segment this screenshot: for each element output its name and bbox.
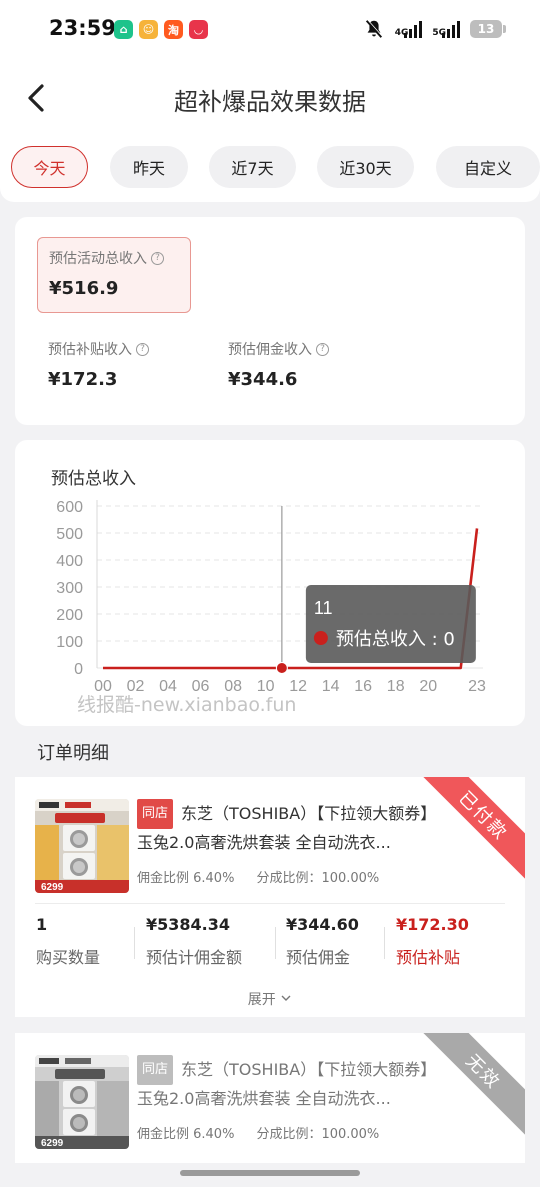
tooltip-x-label: 11 (314, 598, 333, 618)
y-tick-label: 100 (56, 634, 83, 651)
home-indicator[interactable] (180, 1170, 360, 1176)
total-income-box: 预估活动总收入 ? ¥516.9 (37, 237, 191, 313)
taobao-notification-icon: 淘 (164, 20, 183, 39)
date-range-tabs: 今天 昨天 近7天 近30天 自定义 (11, 146, 540, 188)
battery-icon: 13 (470, 20, 506, 38)
quantity-label: 购买数量 (36, 948, 101, 967)
app-notification-icon: ☺ (139, 20, 158, 39)
product-title: 东芝（TOSHIBA）【下拉领大额券】玉兔2.0高奢洗烘套装 全自动洗衣... (137, 804, 437, 852)
tab-today[interactable]: 今天 (11, 146, 88, 188)
commission-base-label: 预估计佣金额 (146, 948, 243, 967)
x-tick-label: 14 (322, 678, 340, 695)
signal-bars-icon (442, 20, 460, 38)
help-icon[interactable]: ? (136, 342, 149, 356)
product-thumbnail: 6299 (35, 1055, 129, 1149)
y-tick-label: 200 (56, 607, 83, 624)
divider (35, 903, 505, 904)
product-title: 东芝（TOSHIBA）【下拉领大额券】玉兔2.0高奢洗烘套装 全自动洗衣... (137, 1060, 437, 1108)
order-card[interactable]: 6299 同店 东芝（TOSHIBA）【下拉领大额券】玉兔2.0高奢洗烘套装 全自… (15, 1033, 525, 1163)
chevron-down-icon (281, 995, 291, 1001)
divider (134, 927, 135, 959)
total-income-value: ¥516.9 (49, 278, 119, 299)
app-notification-icon: ◡ (189, 20, 208, 39)
tooltip-box (305, 585, 476, 663)
x-tick-label: 16 (354, 678, 372, 695)
watermark-text: 线报酷-new.xianbao.fun (77, 694, 297, 716)
mute-bell-icon (365, 19, 383, 38)
order-card[interactable]: 6299 同店 东芝（TOSHIBA）【下拉领大额券】玉兔2.0高奢洗烘套装 全自… (15, 777, 525, 1017)
highlight-point (275, 662, 288, 674)
y-tick-label: 300 (56, 580, 83, 597)
x-tick-label: 20 (419, 678, 437, 695)
expand-button[interactable]: 展开 (15, 989, 525, 1009)
status-time: 23:59 (49, 16, 116, 40)
commission-base-value: ¥5384.34 (146, 915, 231, 934)
status-bar: 23:59 ⌂ ☺ 淘 ◡ 4G 5G 13 (0, 0, 540, 60)
divider (275, 927, 276, 959)
thumbnail-price: 6299 (41, 882, 64, 893)
y-tick-label: 600 (56, 499, 83, 516)
notification-icons: ⌂ ☺ 淘 ◡ (114, 20, 208, 39)
tab-7-days[interactable]: 近7天 (209, 146, 296, 188)
y-tick-label: 500 (56, 526, 83, 543)
commission-value: ¥344.60 (286, 915, 359, 934)
income-line-chart[interactable]: 010020030040050060000 02 04 06 08 10 12 14 16 18 2… (15, 440, 525, 726)
store-tag: 同店 (137, 799, 174, 829)
subsidy-label: 预估补贴 (396, 948, 461, 967)
commission-ratio: 佣金比例 6.40% (137, 1127, 235, 1142)
commission-ratio: 佣金比例 6.40% (137, 871, 235, 886)
y-tick-label: 400 (56, 553, 83, 570)
page-header: 超补爆品效果数据 今天 昨天 近7天 近30天 自定义 (0, 60, 540, 202)
signal-bars-icon (404, 20, 423, 38)
product-thumbnail: 6299 (35, 799, 129, 893)
subsidy-value: ¥172.30 (396, 915, 469, 934)
tooltip-value-label: 预估总收入 : 0 (336, 629, 455, 650)
y-tick-label: 0 (74, 661, 83, 678)
store-tag: 同店 (137, 1055, 174, 1085)
summary-card: 预估活动总收入 ? ¥516.9 预估补贴收入 ? ¥172.3 预估佣金收入 … (15, 217, 525, 425)
subsidy-income-value: ¥172.3 (48, 369, 118, 390)
subsidy-income-label: 预估补贴收入 (48, 342, 132, 358)
tab-yesterday[interactable]: 昨天 (110, 146, 188, 188)
share-ratio: 分成比例：100.00% (256, 871, 380, 886)
chart-card: 预估总收入 0 100 200 300 400 500 600 00 02 04 06 08 10 12 1… (15, 440, 525, 726)
orders-section-title: 订单明细 (37, 743, 109, 764)
x-tick-label: 18 (387, 678, 405, 695)
page-title: 超补爆品效果数据 (174, 88, 366, 116)
help-icon[interactable]: ? (151, 251, 164, 265)
quantity-value: 1 (36, 915, 48, 934)
app-notification-icon: ⌂ (114, 20, 133, 39)
x-tick-label: 23 (468, 678, 486, 695)
commission-income-label: 预估佣金收入 (228, 342, 312, 358)
tab-30-days[interactable]: 近30天 (317, 146, 414, 188)
total-income-label: 预估活动总收入 (49, 251, 147, 267)
commission-label: 预估佣金 (286, 948, 351, 967)
thumbnail-price: 6299 (41, 1138, 64, 1149)
divider (384, 927, 385, 959)
tab-custom[interactable]: 自定义 (436, 146, 540, 188)
commission-income-value: ¥344.6 (228, 369, 298, 390)
help-icon[interactable]: ? (316, 342, 329, 356)
expand-label: 展开 (247, 992, 276, 1008)
share-ratio: 分成比例：100.00% (256, 1127, 380, 1142)
tooltip-series-dot (313, 631, 328, 645)
